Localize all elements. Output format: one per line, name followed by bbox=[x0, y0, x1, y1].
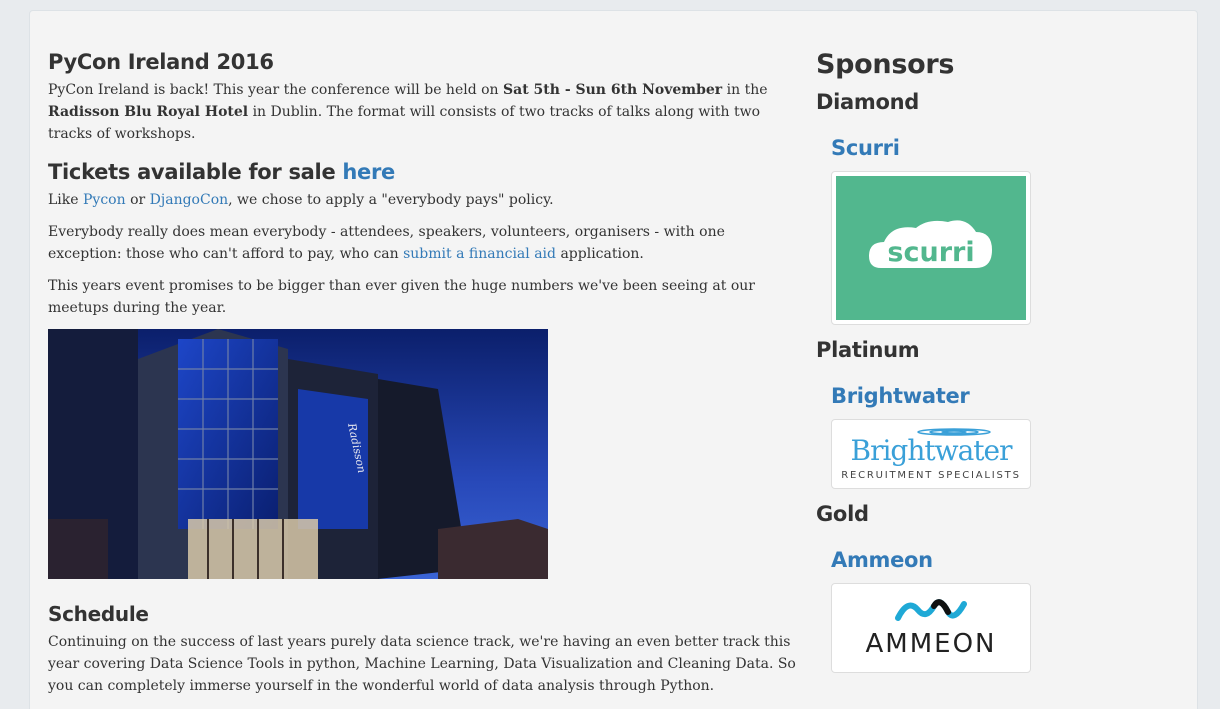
ammeon-logo-text: AMMEON bbox=[866, 629, 997, 659]
schedule-heading: Schedule bbox=[48, 602, 149, 626]
everybody-paragraph: Everybody really does mean everybody - a… bbox=[48, 221, 800, 265]
sponsor-brightwater: Brightwater Brightwater RECRUITMENT SPEC… bbox=[816, 381, 1176, 489]
sponsor-scurri: Scurri scurri bbox=[816, 133, 1176, 325]
scurri-link[interactable]: Scurri bbox=[831, 136, 900, 160]
ammeon-logo[interactable]: AMMEON bbox=[831, 583, 1031, 673]
brightwater-logo-text: Brightwater bbox=[851, 434, 1014, 467]
tier-diamond: Diamond bbox=[816, 90, 919, 114]
intro-paragraph: PyCon Ireland is back! This year the con… bbox=[48, 79, 800, 145]
tickets-here-link[interactable]: here bbox=[342, 160, 395, 184]
venue-name: Radisson Blu Royal Hotel bbox=[48, 104, 249, 120]
sponsors-sidebar: Sponsors Diamond Scurri scurri Platinum … bbox=[816, 45, 1176, 673]
intro-text-mid: in the bbox=[722, 82, 768, 98]
schedule-paragraph: Continuing on the success of last years … bbox=[48, 634, 796, 694]
brightwater-logo[interactable]: Brightwater RECRUITMENT SPECIALISTS bbox=[831, 419, 1031, 489]
sponsors-title: Sponsors bbox=[816, 49, 955, 80]
tier-gold: Gold bbox=[816, 502, 869, 526]
page-title: PyCon Ireland 2016 bbox=[48, 50, 274, 74]
main-column: PyCon Ireland 2016 PyCon Ireland is back… bbox=[48, 45, 800, 697]
tier-platinum: Platinum bbox=[816, 338, 920, 362]
ammeon-logo-graphic: AMMEON bbox=[836, 588, 1026, 668]
scurri-logo-graphic: scurri bbox=[836, 176, 1026, 320]
scurri-logo-text: scurri bbox=[887, 237, 974, 268]
bigger-paragraph: This years event promises to be bigger t… bbox=[48, 278, 755, 316]
hotel-image: Radisson bbox=[48, 329, 548, 579]
policy-paragraph: Like Pycon or DjangoCon, we chose to app… bbox=[48, 189, 800, 211]
financial-aid-link[interactable]: submit a financial aid bbox=[403, 246, 556, 262]
intro-text: PyCon Ireland is back! This year the con… bbox=[48, 82, 504, 98]
everybody-text-end: application. bbox=[556, 246, 644, 262]
policy-or: or bbox=[125, 192, 150, 208]
brightwater-link[interactable]: Brightwater bbox=[831, 384, 970, 408]
policy-text: Like bbox=[48, 192, 83, 208]
brightwater-logo-graphic: Brightwater RECRUITMENT SPECIALISTS bbox=[836, 424, 1026, 484]
brightwater-logo-sub: RECRUITMENT SPECIALISTS bbox=[841, 470, 1020, 481]
tickets-heading: Tickets available for sale here bbox=[48, 155, 800, 189]
sponsor-ammeon: Ammeon AMMEON bbox=[816, 545, 1176, 673]
policy-text-end: , we chose to apply a "everybody pays" p… bbox=[228, 192, 554, 208]
djangocon-link[interactable]: DjangoCon bbox=[150, 192, 228, 208]
pycon-link[interactable]: Pycon bbox=[83, 192, 126, 208]
event-dates: Sat 5th - Sun 6th November bbox=[503, 82, 723, 98]
scurri-logo[interactable]: scurri bbox=[831, 171, 1031, 325]
tickets-heading-text: Tickets available for sale bbox=[48, 160, 343, 184]
ammeon-link[interactable]: Ammeon bbox=[831, 548, 933, 572]
